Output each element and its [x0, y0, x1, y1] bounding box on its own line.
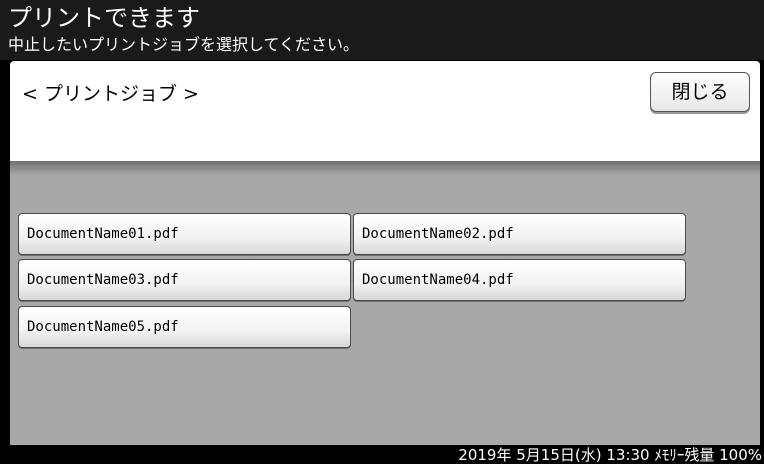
close-button[interactable]: 閉じる — [650, 72, 750, 112]
job-button-04[interactable]: DocumentName04.pdf — [353, 259, 686, 301]
screen-title: プリントできます — [8, 4, 200, 32]
status-text: 2019年 5月15日(水) 13:30 ﾒﾓﾘｰ残量 100% — [458, 446, 762, 464]
job-button-05[interactable]: DocumentName05.pdf — [18, 306, 351, 348]
panel-divider — [10, 161, 760, 175]
job-list-area: DocumentName01.pdf DocumentName02.pdf Do… — [10, 175, 760, 445]
job-button-02[interactable]: DocumentName02.pdf — [353, 213, 686, 255]
panel-label: < プリントジョブ > — [22, 83, 199, 105]
status-bar: 2019年 5月15日(水) 13:30 ﾒﾓﾘｰ残量 100% — [0, 445, 764, 464]
screen-subtitle: 中止したいプリントジョブを選択してください。 — [8, 35, 360, 54]
print-job-panel: < プリントジョブ > 閉じる — [10, 61, 760, 161]
job-button-03[interactable]: DocumentName03.pdf — [18, 259, 351, 301]
title-bar: プリントできます 中止したいプリントジョブを選択してください。 — [0, 0, 764, 60]
job-button-01[interactable]: DocumentName01.pdf — [18, 213, 351, 255]
